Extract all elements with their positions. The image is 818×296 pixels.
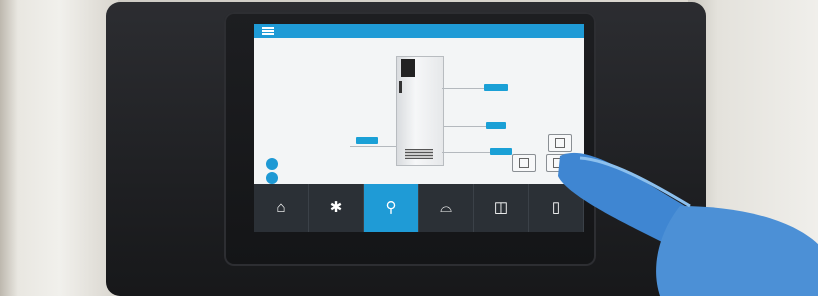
glove-palm — [656, 206, 818, 296]
bottom-nav: ⌂ ✱ ⚲ ⌓ ◫ ▯ — [254, 184, 584, 232]
touchscreen: ⌂ ✱ ⚲ ⌓ ◫ ▯ — [254, 24, 584, 232]
freezer-handle — [399, 81, 402, 93]
freezer-control-panel — [401, 59, 415, 77]
wall-left — [0, 0, 118, 296]
nav-search[interactable]: ⚲ — [364, 184, 419, 232]
callout-top[interactable] — [484, 84, 508, 91]
gear-icon: ✱ — [329, 199, 343, 216]
nav-inbox[interactable]: ⌓ — [419, 184, 474, 232]
tray-icon: ⌓ — [440, 199, 452, 216]
hamburger-menu-icon[interactable] — [262, 27, 274, 35]
page-dot-2[interactable] — [266, 172, 278, 184]
nav-manual[interactable]: ◫ — [474, 184, 529, 232]
freezer-grille — [405, 149, 433, 159]
page-dot-1[interactable] — [266, 158, 278, 170]
leader-line-left — [350, 146, 396, 147]
gloved-hand — [558, 152, 818, 296]
leader-line-middle — [444, 126, 486, 127]
callout-bottom[interactable] — [490, 148, 512, 155]
home-icon: ⌂ — [276, 199, 286, 216]
photo: ⌂ ✱ ⚲ ⌓ ◫ ▯ — [0, 0, 818, 296]
freezer-image — [396, 56, 444, 166]
search-icon: ⚲ — [385, 199, 397, 216]
book-icon: ◫ — [493, 199, 509, 216]
qr-button[interactable] — [512, 154, 536, 172]
leader-line-top — [442, 88, 484, 89]
nav-home[interactable]: ⌂ — [254, 184, 309, 232]
top-bar — [254, 24, 584, 38]
qr-icon — [519, 158, 529, 168]
leader-line-bottom — [442, 152, 490, 153]
callout-middle[interactable] — [486, 122, 506, 129]
callout-left[interactable] — [356, 137, 378, 144]
nav-settings[interactable]: ✱ — [309, 184, 364, 232]
